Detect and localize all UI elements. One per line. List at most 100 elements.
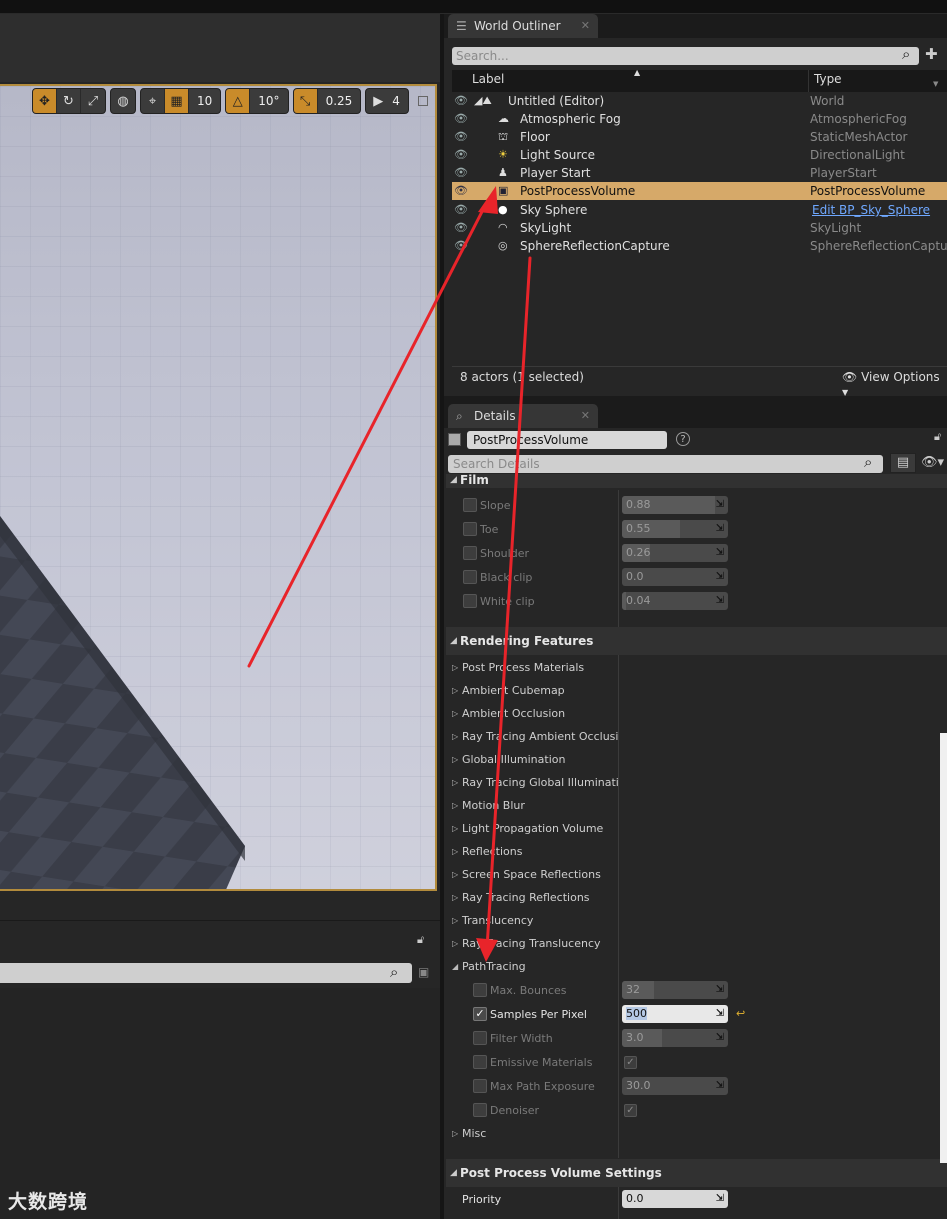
shoulder-value-field[interactable]: 0.26 ⇲	[622, 544, 728, 562]
outliner-row[interactable]: 👁︎ ♟ Player Start PlayerStart	[452, 164, 947, 182]
visibility-eye-icon[interactable]: 👁︎	[454, 164, 468, 182]
camera-speed-value[interactable]: 4	[390, 89, 408, 113]
visibility-eye-icon[interactable]: 👁︎	[454, 182, 468, 200]
world-space-icon[interactable]: ◍	[111, 89, 135, 113]
search-icon[interactable]: ⌕	[390, 963, 398, 981]
search-icon[interactable]: ⌕	[864, 453, 872, 471]
visibility-eye-icon[interactable]: 👁︎	[454, 128, 468, 146]
override-checkbox[interactable]	[473, 1031, 487, 1045]
column-divider[interactable]	[808, 70, 809, 92]
details-search-input[interactable]: Search Details	[448, 455, 883, 473]
subcategory-post-process-materials[interactable]: ▷ Post Process Materials	[446, 656, 618, 679]
column-label-header[interactable]: Label	[472, 72, 504, 86]
maximize-viewport-icon[interactable]	[418, 96, 428, 106]
reset-to-default-icon[interactable]: ↩	[736, 1007, 745, 1020]
override-checkbox[interactable]	[473, 1079, 487, 1093]
subcategory-rt-global-illumination[interactable]: ▷ Ray Tracing Global Illumination	[446, 771, 618, 794]
surface-snap-icon[interactable]: ⌖	[141, 89, 165, 113]
subcategory-light-propagation-volume[interactable]: ▷ Light Propagation Volume	[446, 817, 618, 840]
subcategory-translucency[interactable]: ▷ Translucency	[446, 909, 618, 932]
tab-world-outliner[interactable]: ☰ World Outliner ✕	[448, 14, 598, 38]
subcategory-ambient-cubemap[interactable]: ▷ Ambient Cubemap	[446, 679, 618, 702]
outliner-row-selected[interactable]: 👁︎ ▣ PostProcessVolume PostProcessVolume	[452, 182, 947, 200]
subcategory-rt-ambient-occlusion[interactable]: ▷ Ray Tracing Ambient Occlusion	[446, 725, 618, 748]
outliner-search-input[interactable]: Search...	[452, 47, 919, 65]
chevron-down-icon[interactable]: ▼	[933, 80, 938, 88]
subcategory-rt-translucency[interactable]: ▷ Ray Tracing Translucency	[446, 932, 618, 955]
override-checkbox[interactable]	[463, 570, 477, 584]
scale-mode-icon[interactable]: ⤢	[81, 89, 105, 113]
view-options-button[interactable]: 👁︎ View Options ▼	[842, 370, 947, 398]
black-clip-value-field[interactable]: 0.0 ⇲	[622, 568, 728, 586]
category-rendering-features[interactable]: ◢ Rendering Features	[446, 627, 947, 655]
category-film[interactable]: ◢ Film	[446, 474, 947, 488]
view-options-eye-icon[interactable]: 👁︎▾	[921, 455, 944, 470]
visibility-eye-icon[interactable]: 👁︎	[454, 201, 468, 219]
rotate-mode-icon[interactable]: ↻	[57, 89, 81, 113]
grid-snap-icon[interactable]: ▦	[165, 89, 189, 113]
subcategory-screen-space-reflections[interactable]: ▷ Screen Space Reflections	[446, 863, 618, 886]
subcategory-global-illumination[interactable]: ▷ Global Illumination	[446, 748, 618, 771]
outliner-row[interactable]: 👁︎ ⛫ Floor StaticMeshActor	[452, 128, 947, 146]
outliner-row[interactable]: 👁︎ ◢⛰ Untitled (Editor) World	[452, 92, 947, 110]
visibility-eye-icon[interactable]: 👁︎	[454, 110, 468, 128]
override-checkbox[interactable]	[463, 546, 477, 560]
subcategory-misc[interactable]: ▷ Misc	[446, 1122, 618, 1145]
override-checkbox[interactable]	[463, 522, 477, 536]
property-matrix-icon[interactable]: ▤	[890, 453, 916, 473]
slope-value-field[interactable]: 0.88 ⇲	[622, 496, 728, 514]
subcategory-pathtracing[interactable]: ◢ PathTracing	[446, 955, 618, 978]
filter-width-value-field[interactable]: 3.0 ⇲	[622, 1029, 728, 1047]
override-checkbox[interactable]	[473, 1103, 487, 1117]
visibility-eye-icon[interactable]: 👁︎	[454, 146, 468, 164]
translate-mode-icon[interactable]: ✥	[33, 89, 57, 113]
override-checkbox[interactable]	[473, 1055, 487, 1069]
close-icon[interactable]: ✕	[581, 404, 590, 428]
override-checkbox[interactable]	[463, 594, 477, 608]
grid-snap-value[interactable]: 10	[189, 89, 220, 113]
lock-icon[interactable]: 🔓︎	[934, 430, 941, 444]
level-viewport[interactable]	[0, 84, 437, 891]
max-bounces-value-field[interactable]: 32 ⇲	[622, 981, 728, 999]
override-checkbox[interactable]	[473, 983, 487, 997]
toe-value-field[interactable]: 0.55 ⇲	[622, 520, 728, 538]
help-icon[interactable]: ?	[676, 432, 690, 446]
search-icon[interactable]: ⌕	[902, 45, 910, 63]
subcategory-rt-reflections[interactable]: ▷ Ray Tracing Reflections	[446, 886, 618, 909]
outliner-row[interactable]: 👁︎ ☀ Light Source DirectionalLight	[452, 146, 947, 164]
category-post-process-volume-settings[interactable]: ◢ Post Process Volume Settings	[446, 1159, 947, 1187]
max-path-exposure-value-field[interactable]: 30.0 ⇲	[622, 1077, 728, 1095]
add-actor-icon[interactable]: ✚	[925, 45, 938, 63]
column-type-header[interactable]: Type	[814, 72, 842, 86]
visibility-eye-icon[interactable]: 👁︎	[454, 237, 468, 255]
outliner-row[interactable]: 👁︎ ◎ SphereReflectionCapture SphereRefle…	[452, 237, 947, 255]
scale-snap-icon[interactable]: ⤡	[293, 89, 318, 113]
emissive-materials-checkbox[interactable]: ✓	[624, 1056, 637, 1069]
save-search-icon[interactable]: ▣	[418, 965, 429, 979]
lock-icon[interactable]: 🔓︎	[417, 933, 424, 947]
close-icon[interactable]: ✕	[581, 14, 590, 38]
priority-value-field[interactable]: 0.0 ⇲	[622, 1190, 728, 1208]
details-scrollbar[interactable]	[940, 733, 947, 1163]
outliner-row[interactable]: 👁︎ ☁ Atmospheric Fog AtmosphericFog	[452, 110, 947, 128]
samples-per-pixel-input[interactable]: 500 ⇲	[622, 1005, 728, 1023]
outliner-row[interactable]: 👁︎ ● Sky Sphere Edit BP_Sky_Sphere	[452, 201, 947, 219]
scale-snap-value[interactable]: 0.25	[318, 89, 361, 113]
camera-speed-icon[interactable]: ▶	[366, 89, 390, 113]
actor-name-field[interactable]: PostProcessVolume	[467, 431, 667, 449]
subcategory-reflections[interactable]: ▷ Reflections	[446, 840, 618, 863]
edit-blueprint-link[interactable]: Edit BP_Sky_Sphere	[812, 201, 930, 219]
outliner-row[interactable]: 👁︎ ◠ SkyLight SkyLight	[452, 219, 947, 237]
denoiser-checkbox[interactable]: ✓	[624, 1104, 637, 1117]
rotation-snap-value[interactable]: 10°	[250, 89, 287, 113]
visibility-eye-icon[interactable]: 👁︎	[454, 219, 468, 237]
visibility-eye-icon[interactable]: 👁︎	[454, 92, 468, 110]
subcategory-motion-blur[interactable]: ▷ Motion Blur	[446, 794, 618, 817]
content-search-input[interactable]	[0, 963, 412, 983]
rotation-snap-icon[interactable]: △	[226, 89, 251, 113]
white-clip-value-field[interactable]: 0.04 ⇲	[622, 592, 728, 610]
override-checkbox[interactable]	[463, 498, 477, 512]
subcategory-ambient-occlusion[interactable]: ▷ Ambient Occlusion	[446, 702, 618, 725]
tab-details[interactable]: ⌕ Details ✕	[448, 404, 598, 428]
override-checkbox-checked[interactable]: ✓	[473, 1007, 487, 1021]
